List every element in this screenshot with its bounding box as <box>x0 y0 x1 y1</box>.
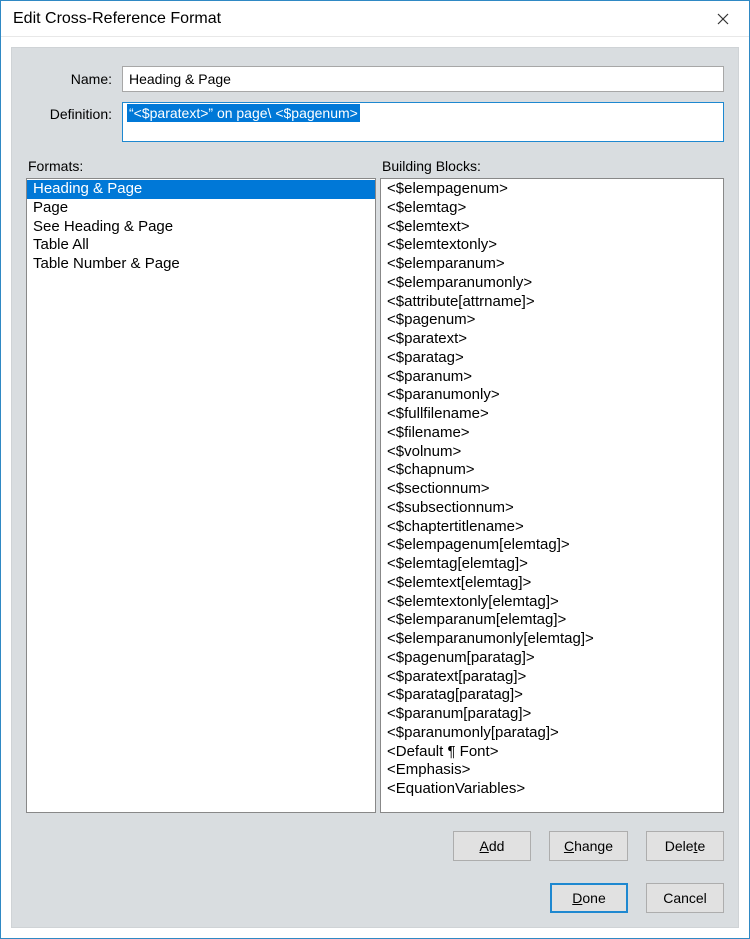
title-bar: Edit Cross-Reference Format <box>1 1 749 37</box>
lists-row: Formats: Heading & PagePageSee Heading &… <box>26 158 724 813</box>
building-blocks-list-item[interactable]: <$pagenum[paratag]> <box>381 649 723 668</box>
change-mnemonic: C <box>564 838 574 854</box>
building-blocks-list-item[interactable]: <$paratext> <box>381 330 723 349</box>
change-button[interactable]: Change <box>549 831 628 861</box>
dialog-window: Edit Cross-Reference Format Name: Defini… <box>0 0 750 939</box>
name-row: Name: <box>26 66 724 92</box>
building-blocks-list-item[interactable]: <$elemparanumonly> <box>381 274 723 293</box>
building-blocks-list-item[interactable]: <$attribute[attrname]> <box>381 293 723 312</box>
building-blocks-column: Building Blocks: <$elempagenum><$elemtag… <box>380 158 724 813</box>
cancel-button[interactable]: Cancel <box>646 883 724 913</box>
building-blocks-list-item[interactable]: <$elemtext[elemtag]> <box>381 574 723 593</box>
done-label-rest: one <box>582 890 605 906</box>
add-mnemonic: A <box>479 838 488 854</box>
building-blocks-list-item[interactable]: <$elemparanum[elemtag]> <box>381 611 723 630</box>
name-input[interactable] <box>122 66 724 92</box>
formats-list-item[interactable]: Table All <box>27 236 375 255</box>
done-button[interactable]: Done <box>550 883 628 913</box>
close-button[interactable] <box>707 7 739 31</box>
building-blocks-list-item[interactable]: <$elempagenum> <box>381 180 723 199</box>
building-blocks-list-item[interactable]: <$chaptertitlename> <box>381 518 723 537</box>
building-blocks-list-item[interactable]: <$fullfilename> <box>381 405 723 424</box>
building-blocks-list-item[interactable]: <$paranum> <box>381 368 723 387</box>
building-blocks-list-item[interactable]: <$elemtextonly[elemtag]> <box>381 593 723 612</box>
building-blocks-list-item[interactable]: <$elemtag> <box>381 199 723 218</box>
dialog-content: Name: Definition: “<$paratext>” on page\… <box>11 47 739 928</box>
delete-button[interactable]: Delete <box>646 831 724 861</box>
building-blocks-list-item[interactable]: <$elemtext> <box>381 218 723 237</box>
building-blocks-list-item[interactable]: <$elemparanumonly[elemtag]> <box>381 630 723 649</box>
building-blocks-list-item[interactable]: <$filename> <box>381 424 723 443</box>
definition-label: Definition: <box>26 102 122 122</box>
name-label: Name: <box>26 71 122 87</box>
definition-input[interactable]: “<$paratext>” on page\ <$pagenum> <box>122 102 724 142</box>
dialog-buttons-row: Done Cancel <box>26 883 724 913</box>
window-title: Edit Cross-Reference Format <box>13 10 707 28</box>
building-blocks-list-item[interactable]: <$elemparanum> <box>381 255 723 274</box>
building-blocks-list-item[interactable]: <$paratag[paratag]> <box>381 686 723 705</box>
building-blocks-list-item[interactable]: <$elemtextonly> <box>381 236 723 255</box>
formats-heading: Formats: <box>28 158 376 174</box>
building-blocks-list-item[interactable]: <$sectionnum> <box>381 480 723 499</box>
building-blocks-list-item[interactable]: <$volnum> <box>381 443 723 462</box>
building-blocks-list-item[interactable]: <$paratag> <box>381 349 723 368</box>
definition-selection: “<$paratext>” on page\ <$pagenum> <box>127 104 360 122</box>
close-icon <box>717 13 729 25</box>
building-blocks-list-item[interactable]: <Default ¶ Font> <box>381 743 723 762</box>
building-blocks-list-item[interactable]: <$paranumonly> <box>381 386 723 405</box>
formats-list-item[interactable]: Heading & Page <box>27 180 375 199</box>
formats-list-item[interactable]: See Heading & Page <box>27 218 375 237</box>
formats-listbox[interactable]: Heading & PagePageSee Heading & PageTabl… <box>26 178 376 813</box>
building-blocks-list-item[interactable]: <$chapnum> <box>381 461 723 480</box>
formats-column: Formats: Heading & PagePageSee Heading &… <box>26 158 376 813</box>
delete-label-start: Dele <box>665 838 694 854</box>
add-button[interactable]: Add <box>453 831 531 861</box>
building-blocks-list-item[interactable]: <$elempagenum[elemtag]> <box>381 536 723 555</box>
formats-list-item[interactable]: Table Number & Page <box>27 255 375 274</box>
action-buttons-row: Add Change Delete <box>26 831 724 861</box>
formats-list-item[interactable]: Page <box>27 199 375 218</box>
building-blocks-list-item[interactable]: <$paranumonly[paratag]> <box>381 724 723 743</box>
change-label-rest: hange <box>574 838 613 854</box>
building-blocks-listbox[interactable]: <$elempagenum><$elemtag><$elemtext><$ele… <box>380 178 724 813</box>
building-blocks-list-item[interactable]: <$subsectionnum> <box>381 499 723 518</box>
building-blocks-list-item[interactable]: <$paratext[paratag]> <box>381 668 723 687</box>
definition-row: Definition: “<$paratext>” on page\ <$pag… <box>26 102 724 142</box>
building-blocks-list-item[interactable]: <EquationVariables> <box>381 780 723 799</box>
building-blocks-list-item[interactable]: <Emphasis> <box>381 761 723 780</box>
add-label-rest: dd <box>489 838 505 854</box>
building-blocks-heading: Building Blocks: <box>382 158 724 174</box>
delete-label-end: e <box>697 838 705 854</box>
building-blocks-list-item[interactable]: <$pagenum> <box>381 311 723 330</box>
done-mnemonic: D <box>572 890 582 906</box>
building-blocks-list-item[interactable]: <$elemtag[elemtag]> <box>381 555 723 574</box>
building-blocks-list-item[interactable]: <$paranum[paratag]> <box>381 705 723 724</box>
